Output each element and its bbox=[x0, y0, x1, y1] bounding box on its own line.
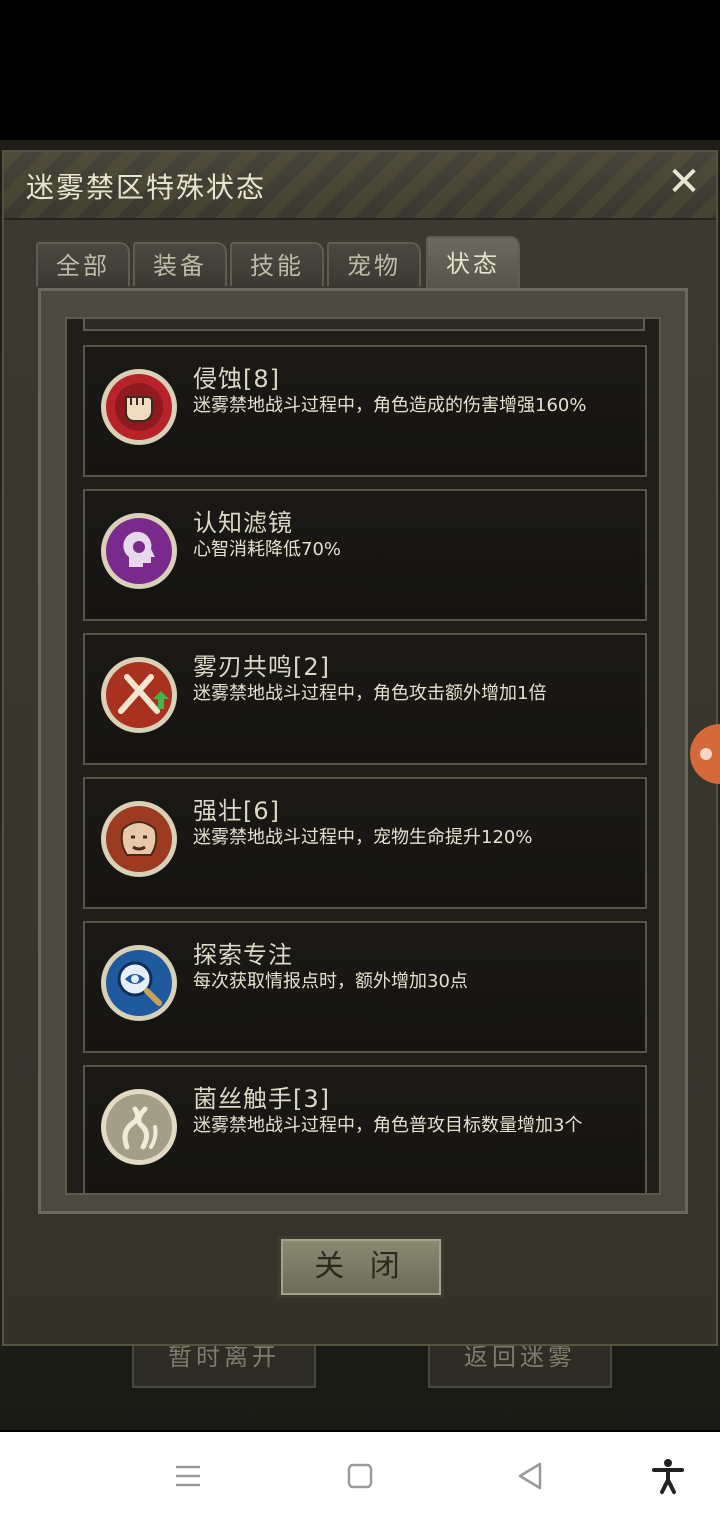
status-name: 雾刃共鸣[2] bbox=[193, 653, 330, 681]
eye-magnifier-icon bbox=[101, 945, 177, 1021]
status-description: 每次获取情报点时，额外增加30点 bbox=[193, 971, 468, 992]
home-square-icon[interactable] bbox=[340, 1456, 380, 1496]
crossed-swords-icon bbox=[101, 657, 177, 733]
fist-icon bbox=[101, 369, 177, 445]
head-silhouette-icon bbox=[101, 513, 177, 589]
list-top-edge bbox=[83, 319, 645, 331]
list-item[interactable]: 认知滤镜 心智消耗降低70% bbox=[83, 489, 647, 621]
close-button[interactable]: 关 闭 bbox=[278, 1236, 444, 1298]
status-list[interactable]: 侵蚀[8] 迷雾禁地战斗过程中，角色造成的伤害增强160% 认知滤镜 心智消耗降… bbox=[65, 317, 661, 1195]
list-item[interactable]: 侵蚀[8] 迷雾禁地战斗过程中，角色造成的伤害增强160% bbox=[83, 345, 647, 477]
list-item[interactable]: 雾刃共鸣[2] 迷雾禁地战斗过程中，角色攻击额外增加1倍 bbox=[83, 633, 647, 765]
status-name: 侵蚀[8] bbox=[193, 365, 280, 393]
system-nav-bar bbox=[0, 1432, 720, 1520]
status-description: 心智消耗降低70% bbox=[193, 539, 342, 560]
dialog-title-bar: 迷雾禁区特殊状态 ✕ bbox=[4, 152, 716, 220]
game-screen: 暂时离开 返回迷雾 迷雾禁区特殊状态 ✕ 全部 装备 技能 宠物 状态 侵蚀[8… bbox=[0, 0, 720, 1520]
list-item[interactable]: 菌丝触手[3] 迷雾禁地战斗过程中，角色普攻目标数量增加3个 bbox=[83, 1065, 647, 1193]
status-description: 迷雾禁地战斗过程中，宠物生命提升120% bbox=[193, 827, 533, 848]
tentacles-icon bbox=[101, 1089, 177, 1165]
tab-pets[interactable]: 宠物 bbox=[327, 242, 421, 286]
list-item[interactable]: 强壮[6] 迷雾禁地战斗过程中，宠物生命提升120% bbox=[83, 777, 647, 909]
accessibility-icon[interactable] bbox=[648, 1456, 688, 1496]
dialog-title: 迷雾禁区特殊状态 bbox=[26, 171, 267, 204]
status-name: 探索专注 bbox=[193, 941, 293, 969]
status-description: 迷雾禁地战斗过程中，角色普攻目标数量增加3个 bbox=[193, 1115, 583, 1136]
close-icon[interactable]: ✕ bbox=[664, 162, 704, 202]
status-name: 菌丝触手[3] bbox=[193, 1085, 330, 1113]
list-item[interactable]: 探索专注 每次获取情报点时，额外增加30点 bbox=[83, 921, 647, 1053]
content-panel: 侵蚀[8] 迷雾禁地战斗过程中，角色造成的伤害增强160% 认知滤镜 心智消耗降… bbox=[38, 288, 688, 1214]
status-name: 强壮[6] bbox=[193, 797, 280, 825]
tab-status[interactable]: 状态 bbox=[426, 236, 520, 288]
tab-skills[interactable]: 技能 bbox=[230, 242, 324, 286]
tab-all[interactable]: 全部 bbox=[36, 242, 130, 286]
tab-equipment[interactable]: 装备 bbox=[133, 242, 227, 286]
beast-head-icon bbox=[101, 801, 177, 877]
menu-icon[interactable] bbox=[168, 1456, 208, 1496]
back-triangle-icon[interactable] bbox=[510, 1456, 550, 1496]
bubble-dot bbox=[700, 748, 712, 760]
special-status-dialog: 迷雾禁区特殊状态 ✕ 全部 装备 技能 宠物 状态 侵蚀[8] 迷雾禁地战斗过程… bbox=[2, 150, 718, 1346]
status-description: 迷雾禁地战斗过程中，角色攻击额外增加1倍 bbox=[193, 683, 547, 704]
status-name: 认知滤镜 bbox=[193, 509, 293, 537]
status-description: 迷雾禁地战斗过程中，角色造成的伤害增强160% bbox=[193, 395, 587, 416]
